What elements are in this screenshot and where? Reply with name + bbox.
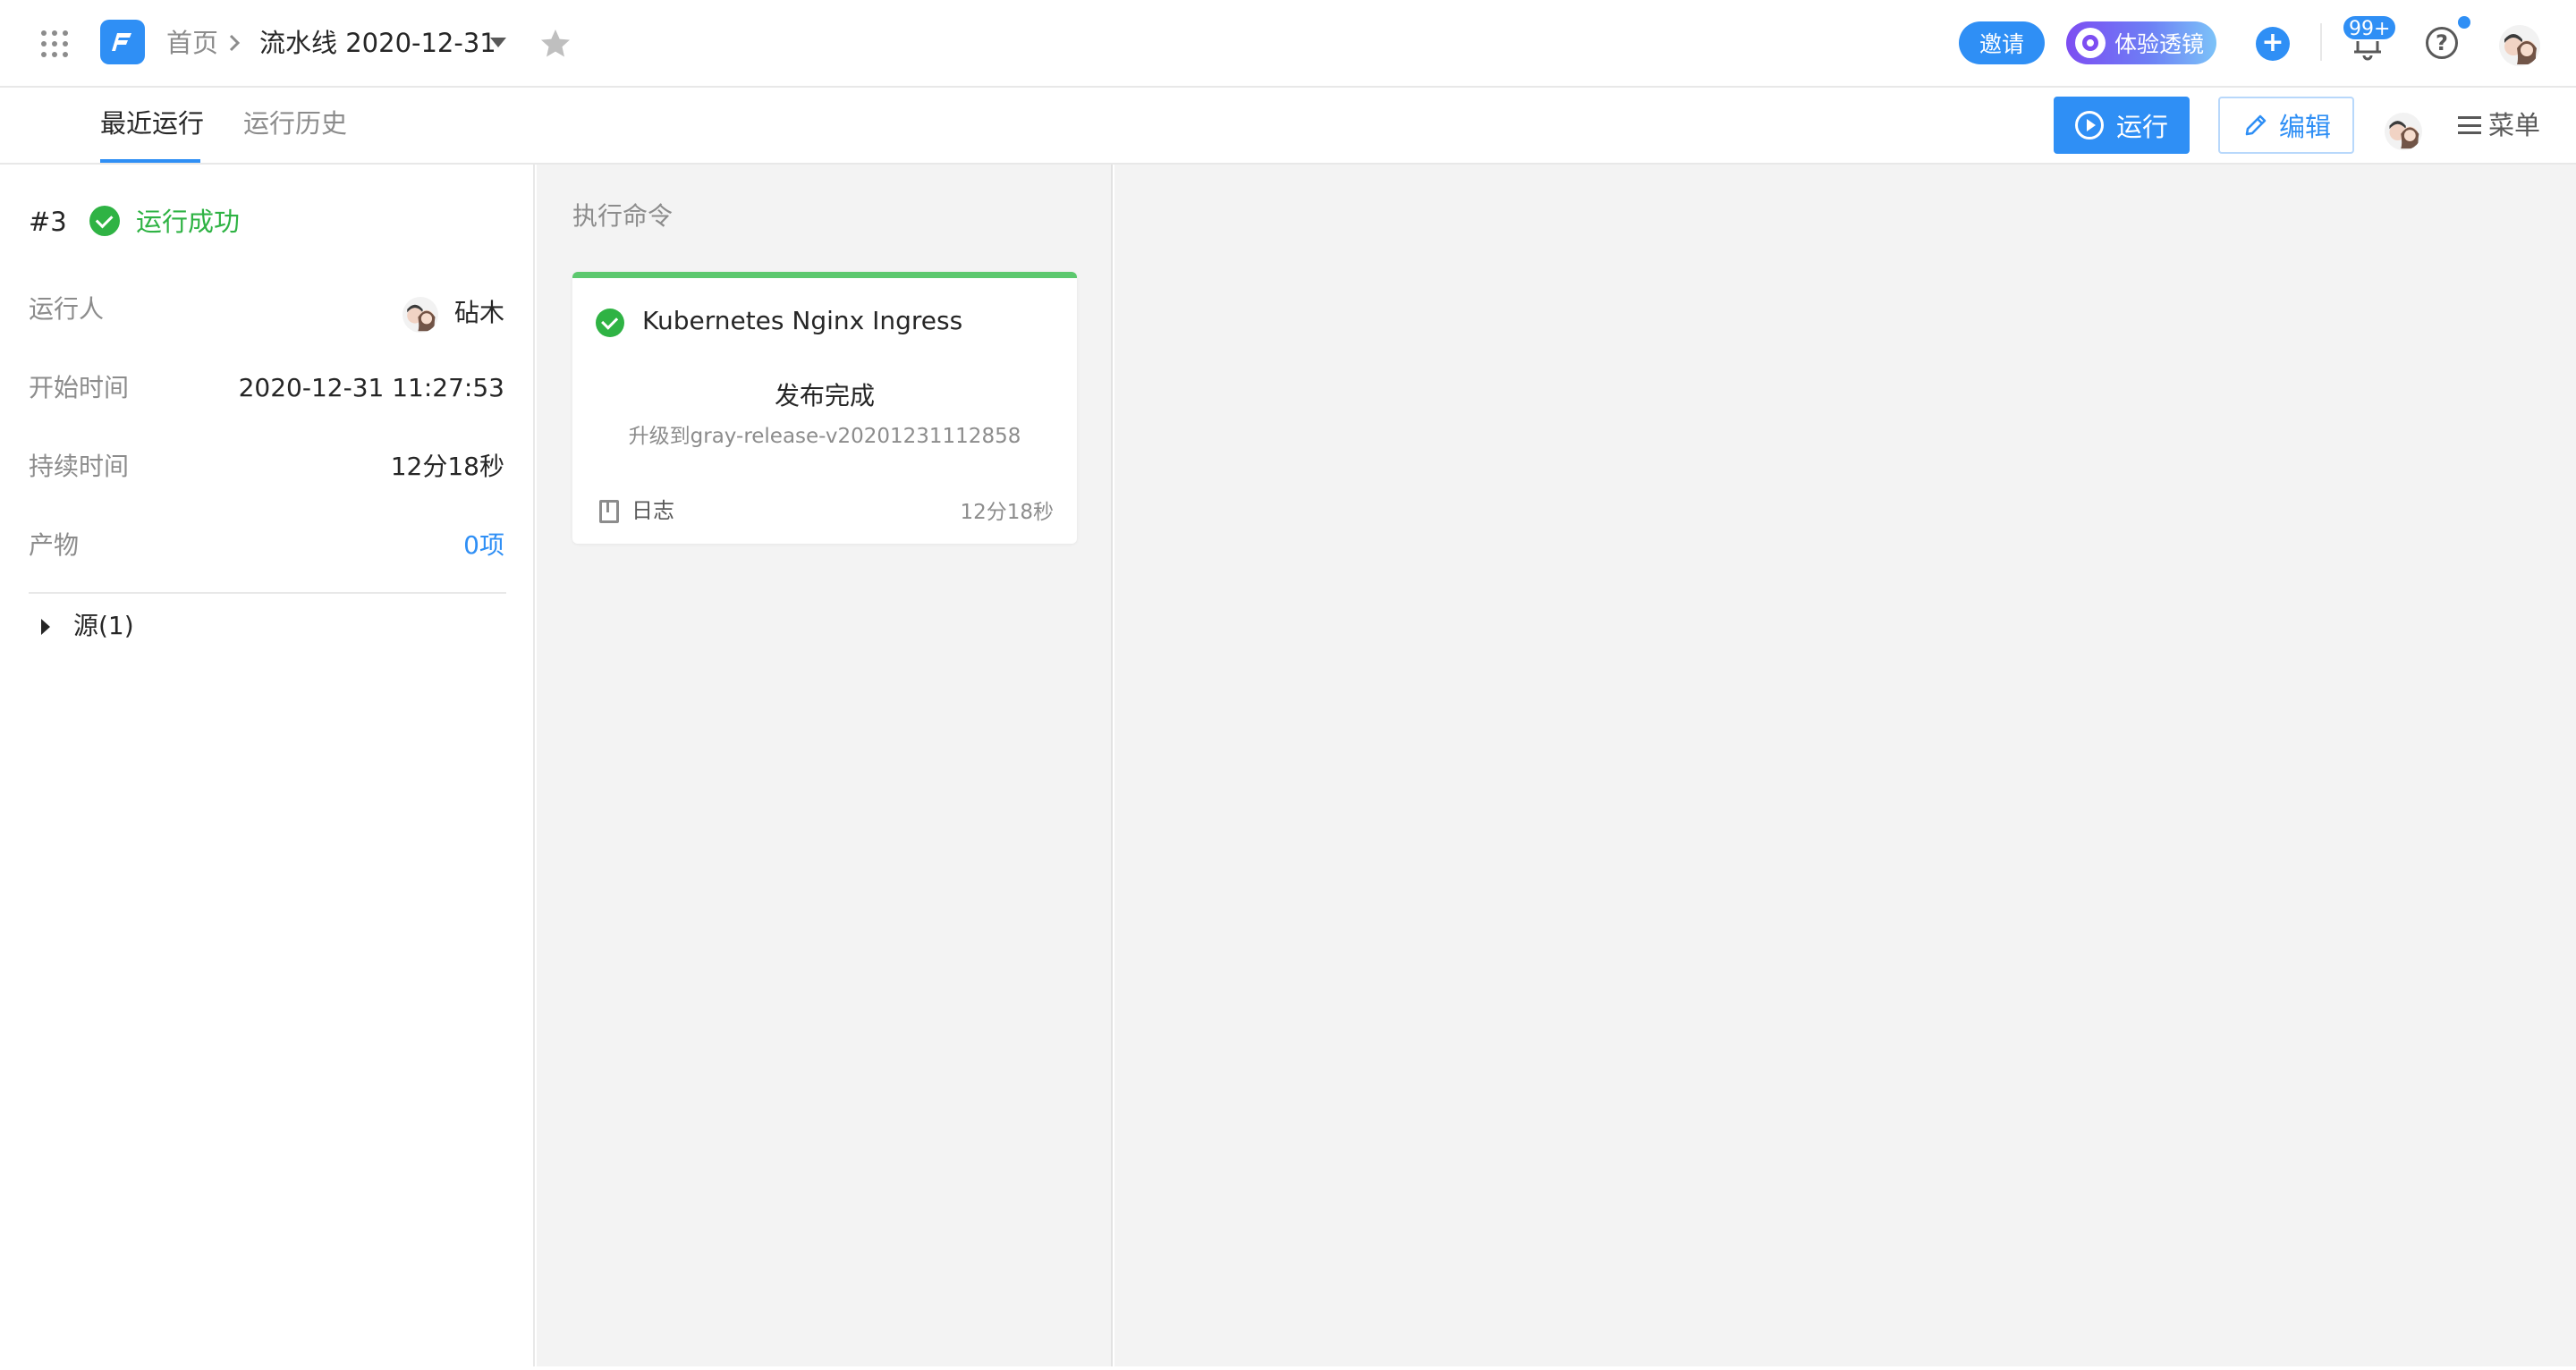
top-bar: 首页 流水线 2020-12-31 邀请 体验透镜 + 99+ ? xyxy=(0,0,2576,88)
invite-button[interactable]: 邀请 xyxy=(1959,21,2045,64)
task-status: 发布完成 xyxy=(774,381,875,410)
runner-name: 砧木 xyxy=(453,298,504,327)
task-detail: 升级到gray-release-v20201231112858 xyxy=(628,425,1021,448)
active-tab-indicator xyxy=(100,159,200,163)
start-time-label: 开始时间 xyxy=(29,373,130,402)
menu-icon xyxy=(2458,116,2481,134)
check-circle-icon xyxy=(596,309,624,337)
start-time-value: 2020-12-31 11:27:53 xyxy=(238,373,504,402)
stage-title: 执行命令 xyxy=(572,201,674,231)
artifacts-label: 产物 xyxy=(29,530,80,560)
help-icon[interactable]: ? xyxy=(2426,27,2458,59)
caret-down-icon[interactable] xyxy=(490,38,506,47)
task-duration: 12分18秒 xyxy=(960,501,1054,524)
pipeline-member-avatar[interactable] xyxy=(2385,113,2422,150)
log-link[interactable]: 日志 xyxy=(631,493,674,529)
run-status: 运行成功 xyxy=(136,207,241,237)
chevron-right-icon xyxy=(229,34,241,52)
run-button[interactable]: 运行 xyxy=(2054,97,2190,154)
caret-right-icon[interactable] xyxy=(41,619,50,635)
plus-icon[interactable]: + xyxy=(2256,27,2290,61)
divider xyxy=(29,592,506,594)
experience-lens-button[interactable]: 体验透镜 xyxy=(2066,21,2216,64)
logo-icon[interactable] xyxy=(100,20,145,64)
menu-button[interactable]: 菜单 xyxy=(2458,107,2540,143)
duration-label: 持续时间 xyxy=(29,452,130,481)
task-title[interactable]: Kubernetes Nginx Ingress xyxy=(642,303,962,339)
source-toggle[interactable]: 源(1) xyxy=(73,608,134,644)
play-circle-icon xyxy=(2074,111,2104,140)
log-book-icon[interactable] xyxy=(599,500,619,523)
sub-nav: 最近运行 运行历史 运行 编辑 菜单 xyxy=(0,88,2576,165)
check-circle-icon xyxy=(89,206,120,236)
task-card[interactable]: Kubernetes Nginx Ingress 发布完成 升级到gray-re… xyxy=(572,272,1077,544)
tab-run-history[interactable]: 运行历史 xyxy=(243,106,347,141)
menu-label: 菜单 xyxy=(2488,110,2541,140)
run-button-label: 运行 xyxy=(2115,112,2168,142)
artifacts-link[interactable]: 0项 xyxy=(463,528,504,563)
star-icon[interactable] xyxy=(538,27,572,61)
pencil-icon xyxy=(2245,114,2267,136)
pipeline-canvas xyxy=(1114,165,2576,1366)
avatar[interactable] xyxy=(2499,25,2540,66)
edit-button[interactable]: 编辑 xyxy=(2218,97,2354,154)
lens-label: 体验透镜 xyxy=(2114,31,2205,57)
run-summary-panel: #3 运行成功 运行人 砧木 开始时间 2020-12-31 11:27:53 … xyxy=(0,165,535,1366)
notification-dot xyxy=(2458,16,2470,29)
runner-avatar xyxy=(402,297,438,333)
edit-button-label: 编辑 xyxy=(2278,112,2331,142)
pipeline-title[interactable]: 流水线 2020-12-31 xyxy=(259,25,496,61)
runner-label: 运行人 xyxy=(29,294,105,324)
divider xyxy=(2320,23,2322,61)
tab-recent-runs[interactable]: 最近运行 xyxy=(100,106,204,141)
breadcrumb-home[interactable]: 首页 xyxy=(166,25,218,61)
duration-value: 12分18秒 xyxy=(390,452,504,481)
lens-icon xyxy=(2075,28,2106,58)
notification-badge[interactable]: 99+ xyxy=(2342,14,2398,41)
stage-column: 执行命令 Kubernetes Nginx Ingress 发布完成 升级到gr… xyxy=(537,165,1113,1366)
run-number: #3 xyxy=(29,207,67,237)
apps-grid-icon[interactable] xyxy=(41,30,68,57)
